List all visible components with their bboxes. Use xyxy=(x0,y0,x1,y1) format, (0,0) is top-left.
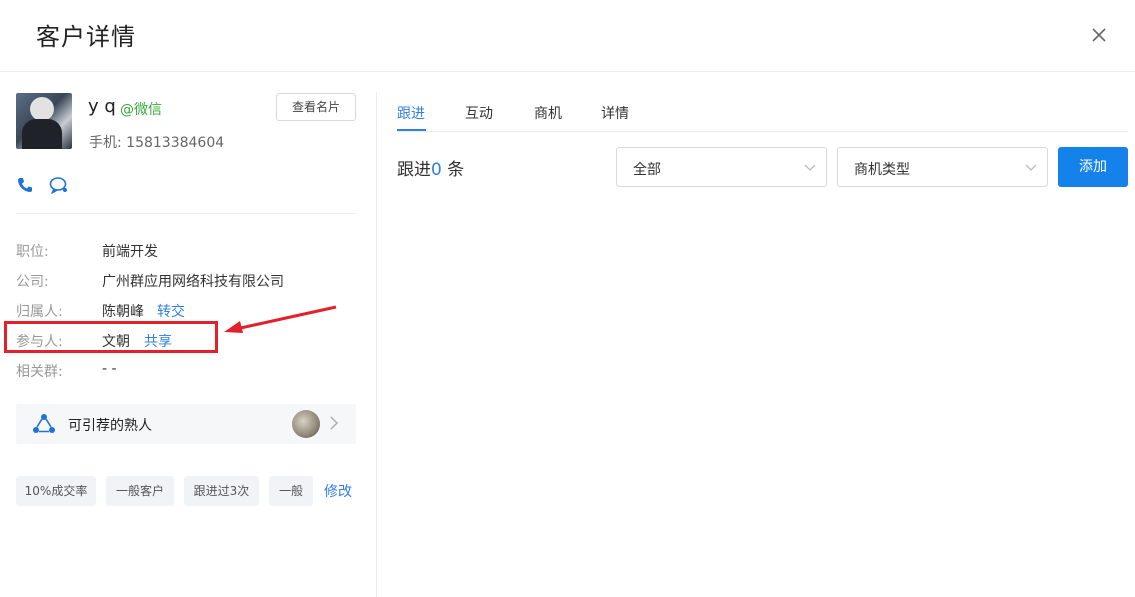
dialog-header: 客户详情 xyxy=(0,0,1135,72)
tag-followup-count: 跟进过3次 xyxy=(184,476,259,506)
referral-avatar xyxy=(292,410,320,438)
add-button[interactable]: 添加 xyxy=(1058,147,1128,187)
close-icon[interactable] xyxy=(1088,24,1110,46)
referral-row[interactable]: 可引荐的熟人 xyxy=(16,404,356,444)
info-value-position: 前端开发 xyxy=(102,244,158,260)
info-value-company: 广州群应用网络科技有限公司 xyxy=(102,274,284,290)
chat-icon[interactable] xyxy=(49,176,69,194)
transfer-link[interactable]: 转交 xyxy=(157,301,185,321)
profile-divider xyxy=(16,213,356,214)
tab-details[interactable]: 详情 xyxy=(601,103,629,123)
avatar xyxy=(16,93,72,149)
info-value-owner: 陈朝峰 xyxy=(102,304,144,320)
info-value-groups: - - xyxy=(102,361,117,377)
info-label-owner: 归属人: xyxy=(16,304,63,320)
phone-icon[interactable] xyxy=(16,176,34,194)
opportunity-type-value: 商机类型 xyxy=(854,162,910,178)
customer-name: y q xyxy=(88,96,116,117)
followup-prefix: 跟进 xyxy=(397,160,431,180)
scope-select[interactable]: 全部 xyxy=(616,147,827,187)
tab-followup[interactable]: 跟进 xyxy=(397,103,425,123)
chevron-down-icon xyxy=(1025,164,1037,171)
tag-customer-level: 一般客户 xyxy=(106,476,174,506)
annotation-arrow-icon xyxy=(224,305,337,333)
annotation-highlight-box xyxy=(4,321,218,353)
chevron-right-icon xyxy=(330,416,338,430)
followup-count: 跟进0 条 xyxy=(397,155,464,180)
phone-label: 手机: xyxy=(89,135,122,151)
scope-select-value: 全部 xyxy=(633,162,661,178)
view-card-button[interactable]: 查看名片 xyxy=(276,93,356,121)
followup-number: 0 xyxy=(431,160,442,180)
panel-divider xyxy=(376,92,377,597)
tag-deal-rate: 10%成交率 xyxy=(16,476,96,506)
info-label-company: 公司: xyxy=(16,274,49,290)
chevron-down-icon xyxy=(804,164,816,171)
edit-tags-link[interactable]: 修改 xyxy=(324,481,352,501)
tab-interaction[interactable]: 互动 xyxy=(465,103,493,123)
network-icon xyxy=(33,414,55,433)
phone-value: 15813384604 xyxy=(126,135,225,151)
tabs-divider xyxy=(397,131,1128,132)
tag-priority: 一般 xyxy=(269,476,313,506)
info-label-groups: 相关群: xyxy=(16,364,63,380)
tab-opportunity[interactable]: 商机 xyxy=(534,103,562,123)
referral-label: 可引荐的熟人 xyxy=(68,418,152,434)
page-title: 客户详情 xyxy=(36,23,136,51)
opportunity-type-select[interactable]: 商机类型 xyxy=(837,147,1048,187)
info-label-position: 职位: xyxy=(16,244,49,260)
followup-suffix: 条 xyxy=(441,160,465,180)
phone-number: 手机: 15813384604 xyxy=(89,132,224,152)
source-badge: @微信 xyxy=(120,102,162,118)
